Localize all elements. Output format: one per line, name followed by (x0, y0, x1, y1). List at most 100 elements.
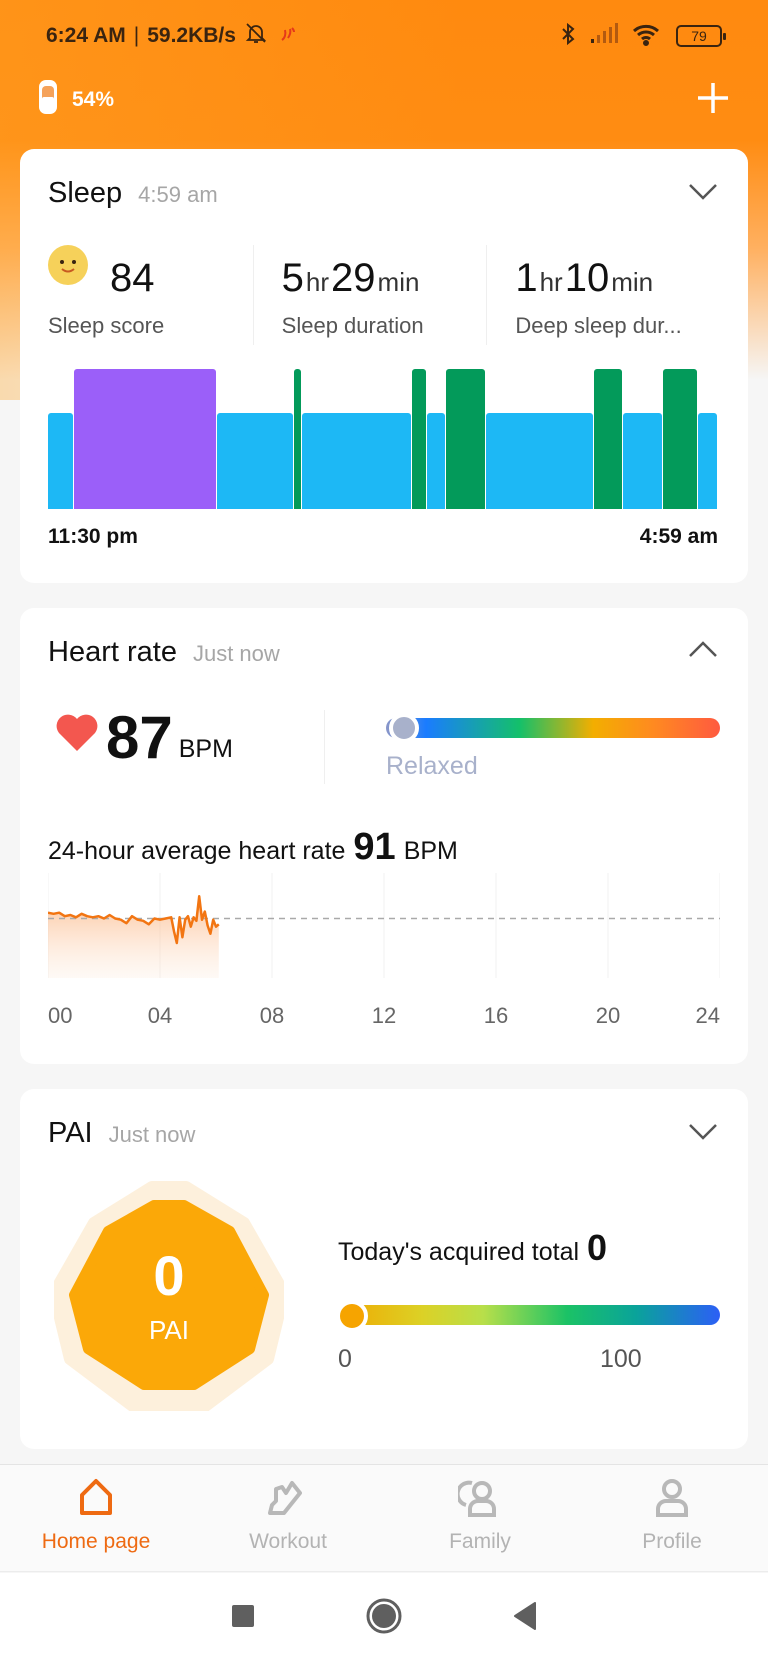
sleep-segment-deep (594, 369, 622, 509)
duration-hours: 5 (281, 256, 304, 300)
sleep-card[interactable]: Sleep 4:59 am 84 Sleep score 5 hr 29 min Sl… (20, 149, 748, 583)
sleep-segment-deep (293, 369, 301, 509)
card-timestamp: Just now (108, 1122, 196, 1147)
net-speed: 59.2KB/s (147, 24, 236, 47)
clock: 6:24 AM (46, 24, 126, 47)
profile-icon (652, 1477, 692, 1522)
deep-hours: 1 (515, 256, 538, 300)
heart-rate-zone-bar (386, 713, 720, 743)
tab-label: Workout (249, 1530, 327, 1553)
chevron-up-icon[interactable] (688, 638, 718, 662)
x-tick-label: 16 (484, 1003, 508, 1028)
unit-hr: hr (539, 267, 563, 297)
pai-unit: PAI (149, 1315, 189, 1345)
unit-min: min (611, 267, 654, 297)
x-tick-label: 08 (260, 1003, 284, 1028)
heart-rate-card[interactable]: Heart rate Just now 87 BPM Relaxed 24-ho… (20, 608, 748, 1064)
card-timestamp: Just now (192, 641, 280, 666)
tab-workout[interactable]: Workout (192, 1465, 384, 1571)
deep-sleep-label: Deep sleep dur... (515, 313, 682, 338)
tab-profile[interactable]: Profile (576, 1465, 768, 1571)
bluetooth-icon (560, 22, 576, 51)
heart-rate-area (48, 896, 219, 978)
pai-scale-max: 100 (600, 1345, 642, 1373)
heart-icon (54, 711, 100, 758)
x-tick-label: 24 (696, 1003, 720, 1028)
pai-card[interactable]: PAI Just now 0 PAI Today's acquired tota… (20, 1089, 748, 1449)
tab-family[interactable]: Family (384, 1465, 576, 1571)
band-icon (38, 79, 58, 121)
bell-off-icon (244, 21, 268, 51)
shoe-icon (266, 1477, 310, 1522)
sleep-segment-light (301, 413, 411, 509)
pai-progress-bar (336, 1300, 720, 1332)
x-tick-label: 04 (148, 1003, 172, 1028)
chevron-down-icon[interactable] (688, 179, 718, 203)
band-status[interactable]: 54% (38, 79, 114, 121)
signal-icon (590, 22, 618, 50)
sleep-score-label: Sleep score (48, 313, 165, 338)
zone-indicator (389, 713, 420, 743)
pai-scale-min: 0 (338, 1345, 352, 1373)
chevron-down-icon[interactable] (688, 1119, 718, 1143)
heart-rate-unit: BPM (178, 735, 233, 763)
separator: | (133, 24, 140, 47)
tab-label: Family (449, 1530, 511, 1553)
plus-icon[interactable] (696, 81, 730, 120)
card-timestamp: 4:59 am (138, 182, 218, 207)
tab-label: Profile (642, 1530, 702, 1553)
x-tick-label: 00 (48, 1003, 72, 1028)
card-title: PAI (48, 1117, 93, 1149)
home-button[interactable] (365, 1597, 403, 1640)
deep-sleep-stat: 1 hr 10 min Deep sleep dur... (486, 245, 720, 345)
battery-indicator: 79 (676, 25, 726, 47)
pai-value: 0 (153, 1244, 185, 1307)
x-tick-label: 12 (372, 1003, 396, 1028)
sleep-segment-light (622, 413, 663, 509)
average-heart-rate: 24-hour average heart rate 91 BPM (48, 826, 458, 869)
band-battery: 54% (72, 88, 115, 111)
status-bar: 6:24 AM | 59.2KB/s 79 (46, 18, 726, 54)
unit-hr: hr (305, 267, 330, 297)
wifi-icon (632, 22, 662, 51)
sleep-duration-stat: 5 hr 29 min Sleep duration (252, 245, 487, 345)
sleep-score-value: 84 (110, 256, 155, 300)
sleep-segment-deep (663, 369, 697, 509)
sleep-stage-chart[interactable] (48, 369, 718, 509)
avg-value: 91 (353, 826, 396, 868)
recents-button[interactable] (231, 1604, 255, 1633)
duration-minutes: 29 (331, 256, 376, 300)
pai-progress-indicator (336, 1300, 368, 1332)
pai-badge: 0 PAI (48, 1181, 290, 1413)
back-button[interactable] (513, 1602, 537, 1635)
top-bar: 54% (38, 78, 730, 122)
current-heart-rate: 87 BPM (54, 708, 233, 768)
avg-label: 24-hour average heart rate (48, 837, 346, 865)
pai-today-total: Today's acquired total 0 (338, 1227, 607, 1269)
card-title: Sleep (48, 177, 123, 209)
avg-unit: BPM (403, 837, 458, 865)
bottom-tab-bar: Home page Workout Family Profile (0, 1464, 768, 1572)
family-icon (455, 1477, 502, 1522)
today-value: 0 (587, 1227, 608, 1268)
divider (324, 710, 325, 784)
sleep-end-time: 4:59 am (639, 525, 718, 548)
deep-minutes: 10 (564, 256, 610, 300)
sleep-segment-light (216, 413, 293, 509)
sleep-segment-light (426, 413, 445, 509)
app-notification-icon (276, 22, 298, 50)
tab-home[interactable]: Home page (0, 1465, 192, 1571)
sleep-duration-label: Sleep duration (281, 313, 424, 338)
card-title: Heart rate (48, 636, 177, 668)
sleep-start-time: 11:30 pm (48, 525, 138, 548)
tab-label: Home page (41, 1530, 151, 1553)
heart-rate-zone: Relaxed (386, 752, 478, 780)
sleep-segment-light (697, 413, 717, 509)
heart-rate-chart[interactable]: 00 04 08 12 16 20 24 (48, 873, 720, 1033)
unit-min: min (377, 267, 420, 297)
home-icon (76, 1477, 116, 1522)
heart-rate-value: 87 (106, 704, 173, 771)
system-nav-bar (0, 1573, 768, 1664)
sleep-segment-deep (445, 369, 486, 509)
sleep-score-stat: 84 Sleep score (48, 245, 253, 345)
